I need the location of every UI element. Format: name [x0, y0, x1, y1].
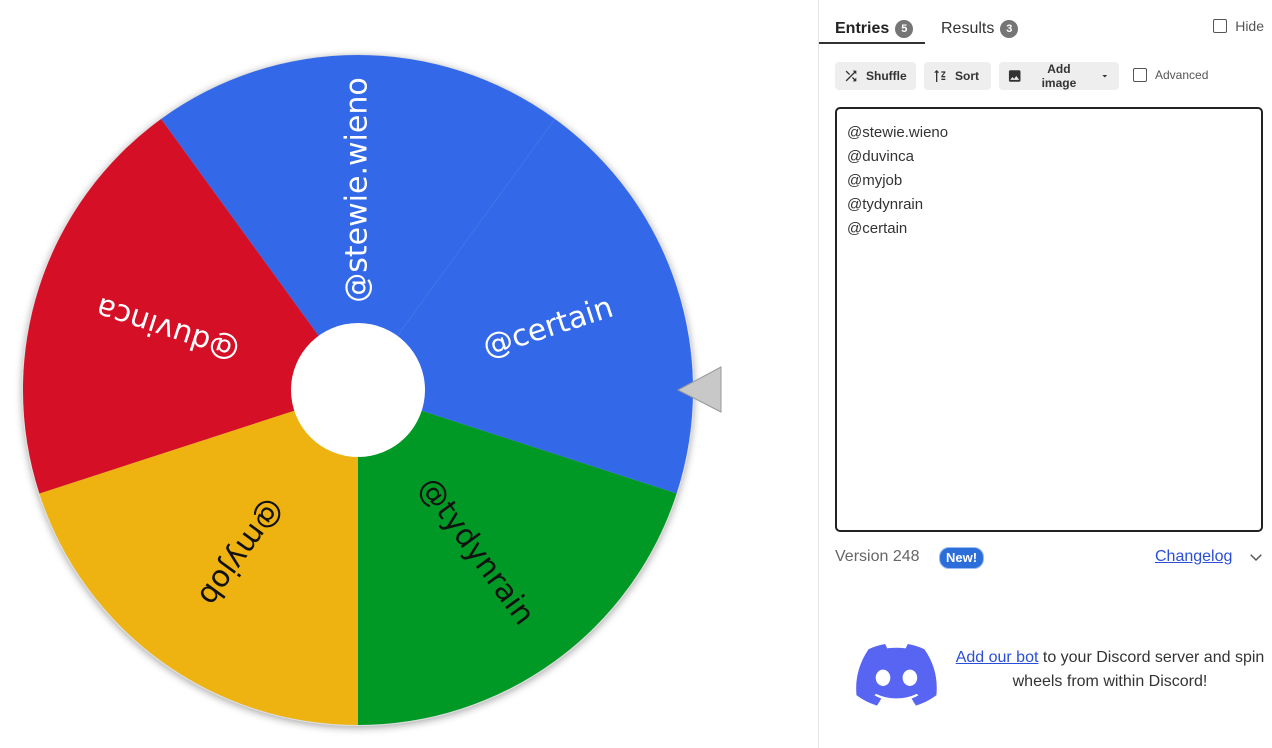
add-image-button[interactable]: Add image — [999, 62, 1119, 90]
version-label: Version 248 — [835, 548, 920, 565]
sort-button[interactable]: Sort — [924, 62, 991, 90]
wheel-slice-label: @stewie.wieno — [340, 77, 375, 302]
tab-results[interactable]: Results 3 — [941, 14, 1019, 44]
discord-logo-icon — [856, 644, 937, 706]
advanced-checkbox[interactable] — [1133, 68, 1147, 82]
entry-line: @myjob — [847, 172, 903, 189]
entry-line: @duvinca — [847, 148, 914, 165]
changelog-link[interactable]: Changelog — [1155, 548, 1232, 566]
hide-toggle[interactable]: Hide — [1213, 18, 1264, 34]
dropdown-caret-icon — [1102, 75, 1108, 78]
wheel-area: @stewie.wieno @certain @tydynrain @myjob @du… — [0, 0, 818, 748]
hide-label: Hide — [1235, 18, 1264, 34]
entry-line: @stewie.wieno — [847, 124, 949, 141]
shuffle-label: Shuffle — [866, 69, 907, 83]
chevron-down-icon[interactable] — [1247, 548, 1265, 566]
shuffle-icon — [845, 70, 857, 82]
spin-wheel[interactable]: @stewie.wieno@certain@tydynrain@myjob@du… — [0, 0, 818, 748]
shuffle-button[interactable]: Shuffle — [835, 62, 916, 90]
discord-promo-text: Add our bot to your Discord server and s… — [951, 646, 1269, 694]
add-image-label: Add image — [1041, 62, 1077, 90]
advanced-label: Advanced — [1155, 68, 1209, 82]
entry-line: @tydynrain — [847, 196, 924, 213]
sidebar: Entries 5 Results 3 Hide Shuffle Sort Ad… — [818, 0, 1272, 748]
results-count-badge: 3 — [1000, 20, 1019, 38]
add-bot-link[interactable]: Add our bot — [956, 649, 1039, 666]
active-tab-indicator — [819, 42, 925, 44]
entries-textarea[interactable]: @stewie.wieno @duvinca @myjob @tydynrain @ce… — [835, 107, 1263, 532]
entry-line: @certain — [847, 220, 908, 237]
tab-results-label: Results — [941, 20, 995, 37]
wheel-center-hub[interactable] — [291, 323, 425, 457]
image-icon — [1008, 70, 1021, 82]
sort-label: Sort — [955, 69, 979, 83]
tab-entries-label: Entries — [835, 20, 890, 37]
hide-checkbox[interactable] — [1213, 19, 1228, 33]
tab-entries[interactable]: Entries 5 — [835, 14, 914, 44]
new-badge: New! — [939, 547, 985, 569]
advanced-toggle[interactable]: Advanced — [1133, 68, 1208, 82]
discord-promo-body: to your Discord server and spin wheels f… — [1012, 649, 1265, 690]
sort-icon — [934, 70, 946, 82]
entries-count-badge: 5 — [895, 20, 914, 38]
